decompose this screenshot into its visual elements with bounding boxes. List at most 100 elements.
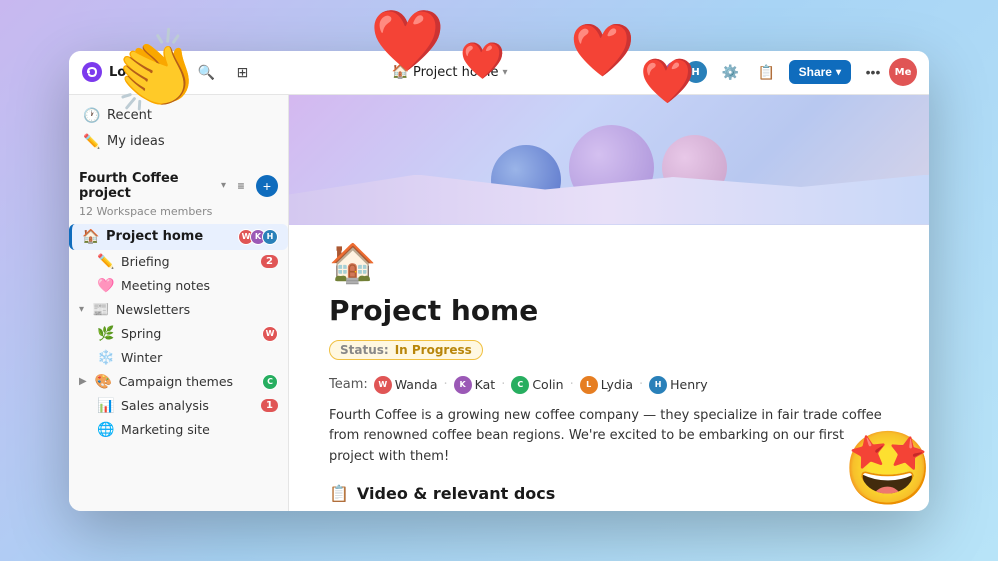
project-home-icon: 🏠 <box>82 229 98 245</box>
sidebar-project-home-label: Project home <box>106 229 203 244</box>
campaign-collapse-icon: ▶ <box>79 376 87 387</box>
sidebar-item-recent[interactable]: 🕐 Recent <box>73 103 284 129</box>
copy-button[interactable]: 📋 <box>753 58 781 86</box>
sidebar-item-sales-analysis[interactable]: 📊 Sales analysis 1 <box>69 394 288 418</box>
main-content: 🕐 Recent ✏️ My ideas Fourth Coffee proje… <box>69 95 929 511</box>
sidebar-newsletters-label: Newsletters <box>116 302 190 317</box>
member-name-colin: Colin <box>532 377 563 392</box>
workspace-members-label: 12 Workspace members <box>69 205 288 224</box>
newsletters-icon: 📰 <box>92 302 108 318</box>
briefing-badge: 2 <box>261 255 278 268</box>
sidebar-item-meeting-notes[interactable]: 🩷 Meeting notes <box>69 274 288 298</box>
team-member-lydia: L Lydia <box>580 376 633 394</box>
app-logo: Loop <box>81 61 144 83</box>
sales-badge: 1 <box>261 399 278 412</box>
grid-button[interactable]: ⊞ <box>228 58 256 86</box>
status-label: Status: <box>340 343 389 357</box>
section-title-text: Video & relevant docs <box>357 484 555 503</box>
sidebar-item-spring[interactable]: 🌿 Spring W <box>69 322 288 346</box>
sidebar-briefing-label: Briefing <box>121 254 170 269</box>
winter-icon: ❄️ <box>97 350 113 366</box>
team-member-colin: C Colin <box>511 376 563 394</box>
my-ideas-icon: ✏️ <box>83 134 99 150</box>
sidebar-recent-label: Recent <box>107 108 152 123</box>
add-item-button[interactable]: + <box>256 175 278 197</box>
sidebar-sales-analysis-label: Sales analysis <box>121 398 209 413</box>
team-row: Team: W Wanda · K Kat · C Colin <box>329 376 889 394</box>
more-icon: ••• <box>866 64 881 80</box>
sidebar-item-marketing-site[interactable]: 🌐 Marketing site <box>69 418 288 442</box>
loop-icon <box>81 61 103 83</box>
sidebar-item-winter[interactable]: ❄️ Winter <box>69 346 288 370</box>
status-value: In Progress <box>395 343 472 357</box>
meeting-notes-icon: 🩷 <box>97 278 113 294</box>
member-avatar-lydia: L <box>580 376 598 394</box>
hero-banner <box>289 95 929 225</box>
section-title: 📋 Video & relevant docs <box>329 484 889 503</box>
member-avatar-henry: H <box>649 376 667 394</box>
team-member-henry: H Henry <box>649 376 708 394</box>
workspace-menu-button[interactable]: ≡ <box>230 175 252 197</box>
campaign-avatars: C <box>262 374 278 390</box>
notification-badge: 1 <box>168 57 180 69</box>
team-member-wanda: W Wanda <box>374 376 438 394</box>
workspace-chevron-icon: ▾ <box>221 180 226 191</box>
sidebar-campaign-themes-label: Campaign themes <box>119 374 233 389</box>
sidebar-item-project-home[interactable]: 🏠 Project home W K H <box>69 224 288 250</box>
app-window: Loop 🔔 1 🔍 ⊞ 🏠 Project home ▾ W K H ⚙️ 📋 <box>69 51 929 511</box>
spring-avatar: W <box>262 326 278 342</box>
app-title: Loop <box>109 65 144 80</box>
member-name-wanda: Wanda <box>395 377 438 392</box>
copy-icon: 📋 <box>758 64 775 81</box>
member-avatar-colin: C <box>511 376 529 394</box>
sidebar-item-briefing[interactable]: ✏️ Briefing 2 <box>69 250 288 274</box>
settings-button[interactable]: ⚙️ <box>717 58 745 86</box>
user-avatar[interactable]: Me <box>889 58 917 86</box>
marketing-site-icon: 🌐 <box>97 422 113 438</box>
sidebar-winter-label: Winter <box>121 350 162 365</box>
share-label: Share <box>799 65 832 79</box>
workspace-actions: ≡ + <box>230 175 278 197</box>
sidebar: 🕐 Recent ✏️ My ideas Fourth Coffee proje… <box>69 95 289 511</box>
breadcrumb-icon: 🏠 <box>392 64 409 80</box>
sidebar-item-my-ideas[interactable]: ✏️ My ideas <box>73 129 284 155</box>
notification-button[interactable]: 🔔 1 <box>156 58 184 86</box>
breadcrumb-label: Project home <box>413 65 498 80</box>
breadcrumb: 🏠 Project home ▾ <box>264 64 634 80</box>
status-row: Status: In Progress <box>329 339 889 368</box>
share-button[interactable]: Share ▾ <box>789 60 851 84</box>
section-icon: 📋 <box>329 484 349 503</box>
workspace-name: Fourth Coffee project <box>79 171 217 201</box>
member-name-henry: Henry <box>670 377 708 392</box>
breadcrumb-chevron-icon: ▾ <box>502 67 507 78</box>
sidebar-item-newsletters[interactable]: ▾ 📰 Newsletters <box>69 298 288 322</box>
team-label: Team: <box>329 377 368 392</box>
collab-avatar-3: H <box>262 229 278 245</box>
member-avatar-wanda: W <box>374 376 392 394</box>
page-emoji: 🏠 <box>329 241 889 286</box>
grid-icon: ⊞ <box>237 64 249 81</box>
page-title: Project home <box>329 294 889 327</box>
campaign-themes-icon: 🎨 <box>95 374 111 390</box>
status-badge: Status: In Progress <box>329 340 483 360</box>
recent-icon: 🕐 <box>83 108 99 124</box>
team-member-kat: K Kat <box>454 376 496 394</box>
sidebar-my-ideas-label: My ideas <box>107 134 165 149</box>
search-button[interactable]: 🔍 <box>192 58 220 86</box>
sidebar-item-campaign-themes[interactable]: ▶ 🎨 Campaign themes C <box>69 370 288 394</box>
spring-avatars: W <box>262 326 278 342</box>
sidebar-meeting-notes-label: Meeting notes <box>121 278 210 293</box>
spring-icon: 🌿 <box>97 326 113 342</box>
settings-icon: ⚙️ <box>722 64 739 81</box>
avatar-3: H <box>683 59 709 85</box>
newsletters-collapse-icon: ▾ <box>79 304 84 315</box>
share-chevron-icon: ▾ <box>836 67 841 78</box>
sidebar-top-section: 🕐 Recent ✏️ My ideas <box>69 95 288 163</box>
sidebar-marketing-site-label: Marketing site <box>121 422 210 437</box>
project-home-avatars: W K H <box>238 229 278 245</box>
top-bar: Loop 🔔 1 🔍 ⊞ 🏠 Project home ▾ W K H ⚙️ 📋 <box>69 51 929 95</box>
page-description: Fourth Coffee is a growing new coffee co… <box>329 406 889 468</box>
more-button[interactable]: ••• <box>859 58 887 86</box>
page-body: 🏠 Project home Status: In Progress Team:… <box>289 225 929 511</box>
collaborator-avatars: W K H <box>643 59 709 85</box>
